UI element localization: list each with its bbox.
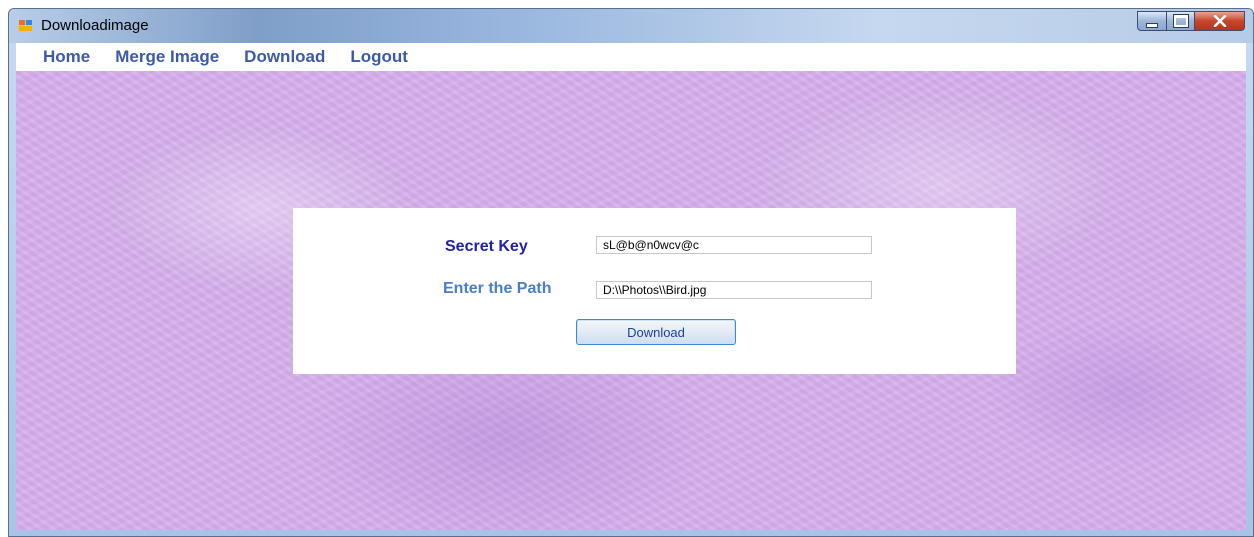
window-title: Downloadimage [41,17,149,34]
minimize-button[interactable] [1137,11,1167,31]
close-button[interactable] [1195,11,1245,31]
menu-item-home[interactable]: Home [43,47,90,67]
menu-item-download[interactable]: Download [244,47,325,67]
secret-key-label: Secret Key [445,238,528,255]
title-bar[interactable]: Downloadimage [9,9,1253,43]
path-label: Enter the Path [443,280,552,297]
download-button[interactable]: Download [576,319,736,345]
minimize-icon [1146,22,1158,28]
client-area: Secret Key Enter the Path Download [16,71,1246,530]
app-window: Downloadimage Home Merge Image Download … [8,8,1254,537]
menu-item-logout[interactable]: Logout [350,47,408,67]
window-controls [1137,11,1245,33]
maximize-button[interactable] [1167,11,1195,31]
menu-item-merge-image[interactable]: Merge Image [115,47,219,67]
close-icon [1213,15,1226,27]
maximize-icon [1173,15,1188,27]
download-form-panel: Secret Key Enter the Path Download [293,208,1016,374]
menu-bar: Home Merge Image Download Logout [16,43,1246,71]
path-input[interactable] [596,281,872,299]
app-icon [19,20,33,32]
secret-key-input[interactable] [596,236,872,254]
